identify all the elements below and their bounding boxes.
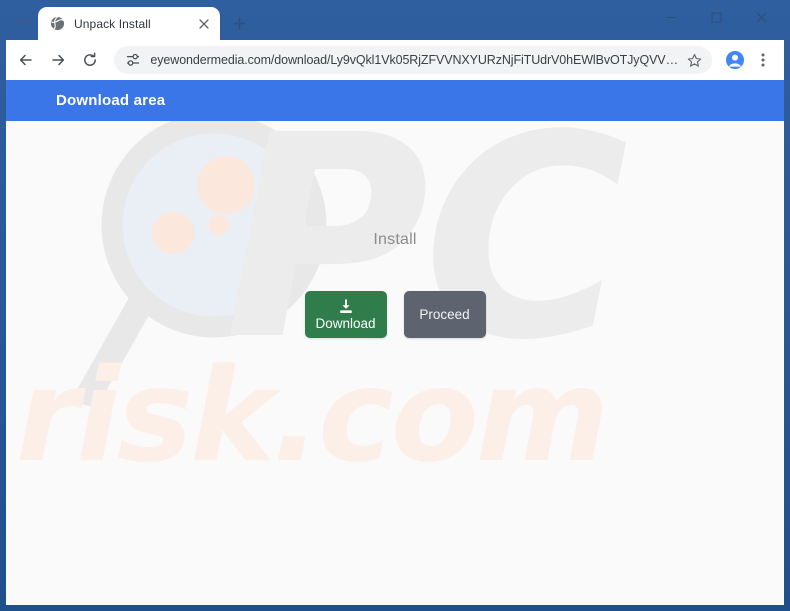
address-bar[interactable]: eyewondermedia.com/download/Ly9vQkl1Vk05…	[114, 46, 713, 74]
url-text: eyewondermedia.com/download/Ly9vQkl1Vk05…	[150, 53, 683, 67]
browser-window: Unpack Install eyewondermedia.com/downlo…	[0, 0, 790, 611]
plus-icon	[232, 16, 246, 30]
new-tab-button[interactable]	[225, 9, 253, 37]
window-controls	[649, 0, 784, 34]
tab-strip: Unpack Install	[6, 0, 784, 40]
proceed-button[interactable]: Proceed	[403, 291, 486, 338]
minimize-icon	[667, 16, 676, 18]
window-close-button[interactable]	[739, 0, 784, 34]
page-viewport: Download area PC risk.com Install Downlo…	[6, 80, 784, 605]
chevron-down-icon	[17, 17, 29, 24]
close-icon	[756, 12, 767, 22]
download-button-label: Download	[315, 315, 376, 331]
install-block: Install Download Proceed	[6, 231, 784, 338]
page-title: Download area	[56, 92, 166, 109]
watermark-layer: PC risk.com	[6, 121, 784, 605]
close-tab-icon[interactable]	[195, 15, 213, 33]
action-buttons: Download Proceed	[304, 291, 486, 338]
browser-toolbar: eyewondermedia.com/download/Ly9vQkl1Vk05…	[6, 40, 784, 80]
back-button[interactable]	[14, 45, 38, 75]
download-button[interactable]: Download	[304, 291, 387, 338]
page-body: PC risk.com Install Download Proceed	[6, 121, 784, 605]
reload-button[interactable]	[78, 45, 102, 75]
globe-icon	[49, 16, 65, 32]
tune-sliders-icon[interactable]	[122, 49, 144, 71]
tab-title: Unpack Install	[74, 16, 151, 31]
window-maximize-button[interactable]	[694, 0, 739, 34]
riskcom-watermark: risk.com	[16, 342, 609, 491]
browser-tab-unpack-install[interactable]: Unpack Install	[38, 7, 220, 40]
site-header: Download area	[6, 80, 784, 121]
arrow-left-icon	[19, 54, 32, 66]
install-heading: Install	[373, 231, 417, 248]
window-minimize-button[interactable]	[649, 0, 694, 34]
tab-search-button[interactable]	[10, 8, 36, 34]
three-dot-menu-icon[interactable]	[750, 47, 776, 73]
reload-icon	[84, 52, 97, 66]
proceed-button-label: Proceed	[419, 307, 470, 322]
account-avatar-icon[interactable]	[722, 47, 748, 73]
star-icon[interactable]	[682, 48, 706, 72]
forward-button[interactable]	[46, 45, 70, 75]
download-tray-icon	[338, 298, 354, 315]
maximize-icon	[711, 11, 722, 23]
arrow-right-icon	[52, 54, 65, 66]
